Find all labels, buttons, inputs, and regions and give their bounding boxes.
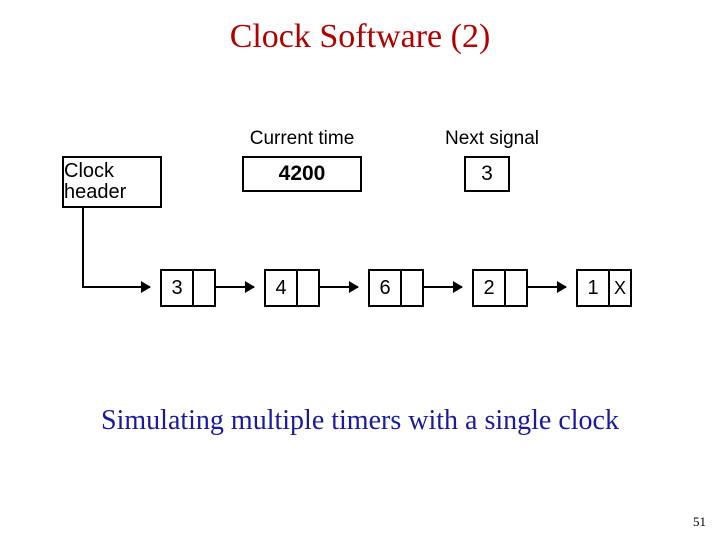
list-node: 2: [472, 269, 528, 307]
list-node: 4: [264, 269, 320, 307]
current-time-box: 4200: [242, 156, 362, 192]
arrow-header-to-first: [84, 286, 150, 288]
node-pointer: [298, 271, 318, 305]
slide-caption: Simulating multiple timers with a single…: [0, 405, 720, 437]
node-value: 6: [370, 271, 402, 305]
arrow-icon: [422, 286, 462, 288]
slide-title: Clock Software (2): [0, 18, 720, 56]
slide: Clock Software (2) Current time Next sig…: [0, 0, 720, 540]
header-connector-line: [82, 208, 84, 288]
arrow-icon: [526, 286, 566, 288]
list-node: 1 X: [576, 269, 632, 307]
label-next-signal: Next signal: [432, 128, 552, 150]
node-pointer: X: [610, 271, 630, 305]
label-current-time: Current time: [222, 128, 382, 150]
node-pointer: [402, 271, 422, 305]
clock-header-box: Clock header: [62, 156, 162, 208]
node-pointer: [194, 271, 214, 305]
node-value: 1: [578, 271, 610, 305]
list-node: 3: [160, 269, 216, 307]
node-value: 4: [266, 271, 298, 305]
timer-diagram: Current time Next signal Clock header 42…: [62, 128, 658, 358]
list-node: 6: [368, 269, 424, 307]
next-signal-box: 3: [464, 156, 510, 192]
node-value: 3: [162, 271, 194, 305]
arrow-icon: [318, 286, 358, 288]
node-value: 2: [474, 271, 506, 305]
node-pointer: [506, 271, 526, 305]
arrow-icon: [214, 286, 254, 288]
page-number: 51: [693, 514, 706, 530]
